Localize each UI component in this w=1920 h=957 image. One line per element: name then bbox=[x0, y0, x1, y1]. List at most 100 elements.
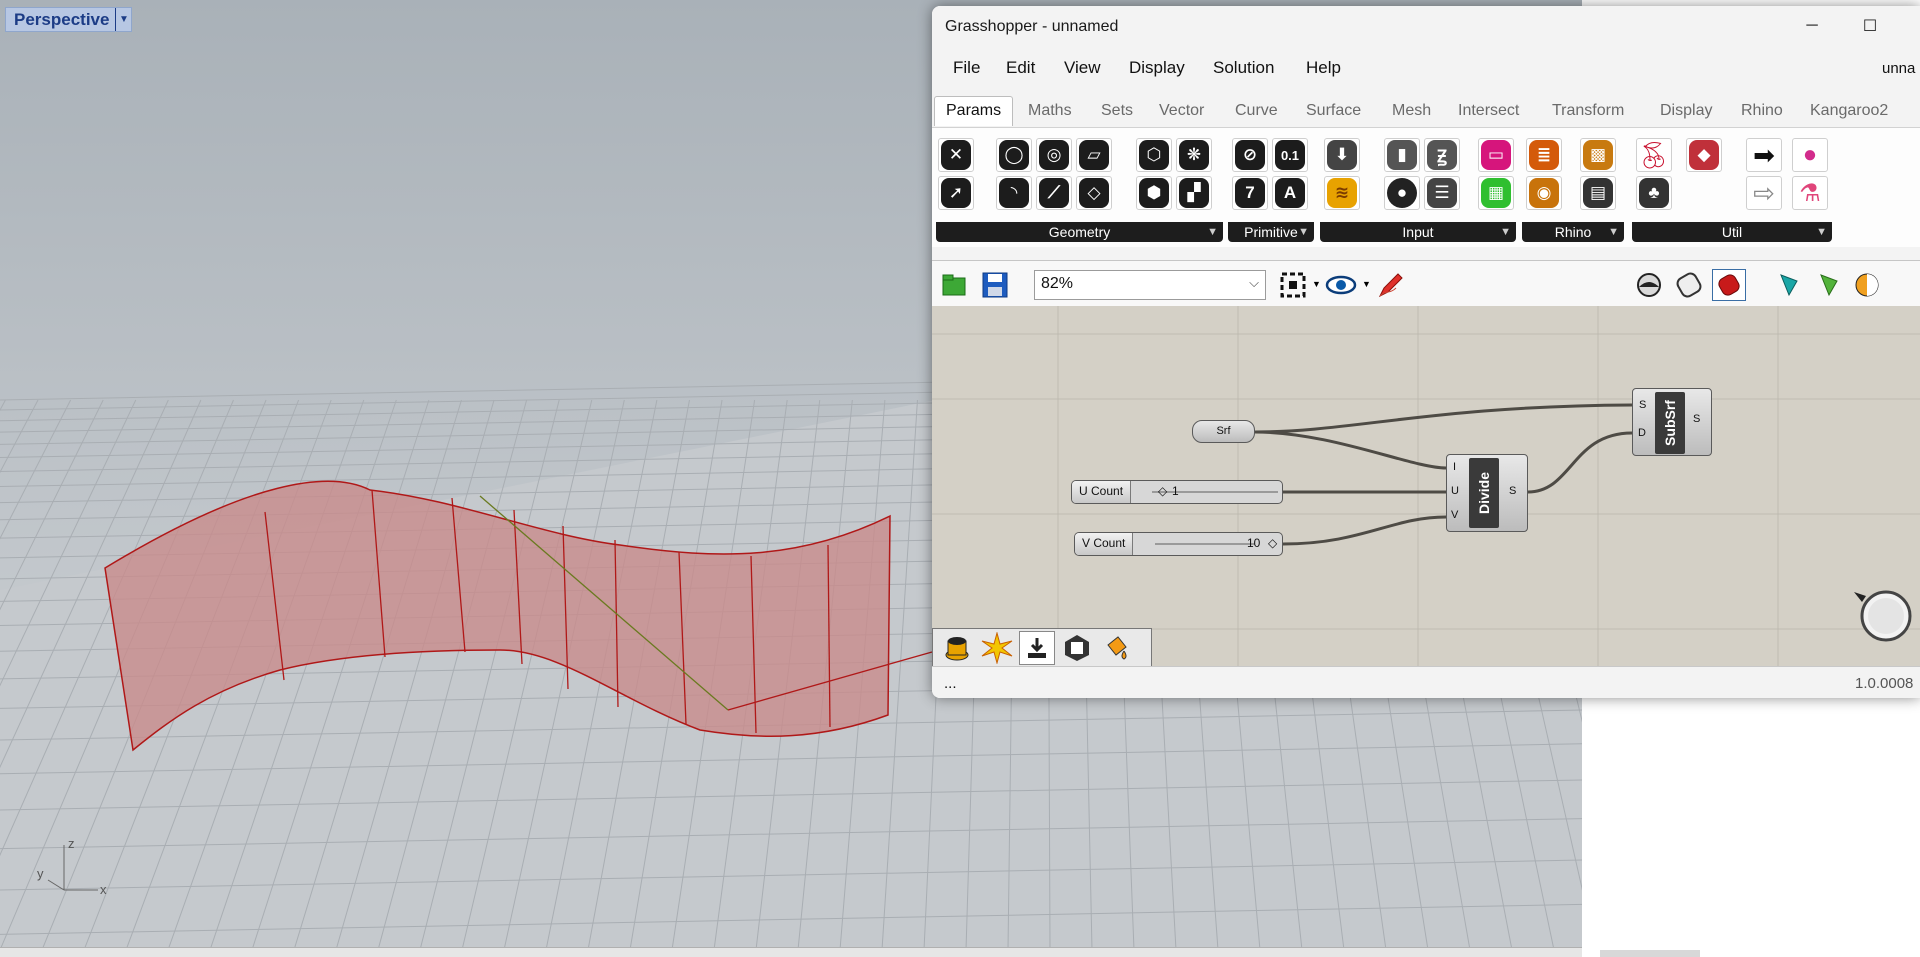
minimize-icon[interactable]: ─ bbox=[1792, 12, 1832, 40]
open-file-icon[interactable] bbox=[938, 269, 972, 301]
paint-bucket-icon[interactable] bbox=[1099, 631, 1135, 665]
menu-file[interactable]: File bbox=[953, 58, 980, 78]
zoom-select[interactable]: 82% ⌵ bbox=[1034, 270, 1266, 300]
tab-surface[interactable]: Surface bbox=[1306, 102, 1361, 120]
tree-icon[interactable]: ♣ bbox=[1636, 176, 1672, 210]
zoom-menu-arrow-icon[interactable]: ▼ bbox=[1312, 279, 1321, 289]
divide-input-v[interactable]: V bbox=[1451, 509, 1458, 521]
preview-shaded-icon[interactable] bbox=[1712, 269, 1746, 301]
subsrf-component[interactable]: S D SubSrf S bbox=[1632, 388, 1712, 456]
tab-sets[interactable]: Sets bbox=[1101, 102, 1133, 120]
srf-param-node[interactable]: Srf bbox=[1192, 420, 1255, 443]
fitness-icon[interactable]: ● bbox=[1792, 138, 1828, 172]
mesh-param-icon[interactable]: ❋ bbox=[1176, 138, 1212, 172]
ribbon-group-label[interactable]: Rhino ▼ bbox=[1522, 222, 1624, 242]
baking-icon[interactable]: ▤ bbox=[1580, 176, 1616, 210]
preview-eye-icon[interactable] bbox=[1324, 269, 1358, 301]
menu-edit[interactable]: Edit bbox=[1006, 58, 1035, 78]
vector-param-icon[interactable]: ➚ bbox=[938, 176, 974, 210]
profiler-icon[interactable] bbox=[939, 631, 975, 665]
tab-vector[interactable]: Vector bbox=[1159, 102, 1204, 120]
ribbon-group-label[interactable]: Primitive ▼ bbox=[1228, 222, 1314, 242]
number-param-icon[interactable]: 0.1 bbox=[1272, 138, 1308, 172]
pattern-icon[interactable]: ▩ bbox=[1580, 138, 1616, 172]
boolean-param-icon[interactable]: ⊘ bbox=[1232, 138, 1268, 172]
subsrf-input-d[interactable]: D bbox=[1638, 427, 1646, 439]
gradient-icon[interactable]: ▭ bbox=[1478, 138, 1514, 172]
cluster-icon[interactable]: ◆ bbox=[1686, 138, 1722, 172]
tab-display[interactable]: Display bbox=[1660, 102, 1712, 120]
value-list-icon[interactable]: ☰ bbox=[1424, 176, 1460, 210]
bake-download-icon[interactable] bbox=[1019, 631, 1055, 665]
viewport-tabs-bar[interactable] bbox=[0, 947, 1582, 957]
integer-param-icon[interactable]: 7 bbox=[1232, 176, 1268, 210]
subsrf-output-s[interactable]: S bbox=[1693, 413, 1700, 425]
u-count-handle-icon[interactable]: ◇ bbox=[1158, 484, 1167, 498]
ribbon-group-label[interactable]: Input ▼ bbox=[1320, 222, 1516, 242]
tab-mesh[interactable]: Mesh bbox=[1392, 102, 1431, 120]
layer-icon[interactable]: ≣ bbox=[1526, 138, 1562, 172]
box-param-icon[interactable]: ⬡ bbox=[1136, 138, 1172, 172]
field-param-icon[interactable]: ▞ bbox=[1176, 176, 1212, 210]
tab-curve[interactable]: Curve bbox=[1235, 102, 1278, 120]
menu-view[interactable]: View bbox=[1064, 58, 1101, 78]
preview-menu-arrow-icon[interactable]: ▼ bbox=[1362, 279, 1371, 289]
divide-input-u[interactable]: U bbox=[1451, 485, 1459, 497]
divide-input-i[interactable]: I bbox=[1453, 461, 1456, 473]
divide-component[interactable]: I U V Divide S bbox=[1446, 454, 1528, 532]
v-count-handle-icon[interactable]: ◇ bbox=[1268, 536, 1277, 550]
curve-param-icon[interactable]: ◎ bbox=[1036, 138, 1072, 172]
flask-icon[interactable]: ⚗︎ bbox=[1792, 176, 1828, 210]
cherry-picker-icon[interactable]: 🍒︎ bbox=[1636, 138, 1672, 172]
solver-burst-icon[interactable] bbox=[979, 631, 1015, 665]
zoom-extents-icon[interactable] bbox=[1276, 269, 1310, 301]
line-param-icon[interactable]: ⟋ bbox=[1036, 176, 1072, 210]
menu-display[interactable]: Display bbox=[1129, 58, 1185, 78]
u-count-slider[interactable]: U Count ◇ 1 bbox=[1071, 480, 1283, 504]
title-bar[interactable]: Grasshopper - unnamed ─ ☐ bbox=[932, 6, 1920, 46]
subsrf-input-s[interactable]: S bbox=[1639, 399, 1646, 411]
menu-help[interactable]: Help bbox=[1306, 58, 1341, 78]
v-count-slider[interactable]: V Count 10 ◇ bbox=[1074, 532, 1283, 556]
divide-output-s[interactable]: S bbox=[1509, 485, 1516, 497]
geometry-param-icon[interactable]: ✕ bbox=[938, 138, 974, 172]
arc-param-icon[interactable]: ◝ bbox=[996, 176, 1032, 210]
graph-mapper-icon[interactable]: ≋ bbox=[1324, 176, 1360, 210]
tab-rhino[interactable]: Rhino bbox=[1741, 102, 1783, 120]
sketch-pen-icon[interactable] bbox=[1374, 269, 1408, 301]
preview-wire-icon[interactable] bbox=[1632, 269, 1666, 301]
viewport-dropdown-icon[interactable]: ▼ bbox=[115, 8, 131, 31]
colour-swatch-icon[interactable]: ▦ bbox=[1478, 176, 1514, 210]
circle-param-icon[interactable]: ◯ bbox=[996, 138, 1032, 172]
plane-param-icon[interactable]: ◇ bbox=[1076, 176, 1112, 210]
brep-param-icon[interactable]: ⬢ bbox=[1136, 176, 1172, 210]
tab-intersect[interactable]: Intersect bbox=[1458, 102, 1519, 120]
tab-transform[interactable]: Transform bbox=[1552, 102, 1624, 120]
data-input-icon[interactable]: ⇨ bbox=[1746, 176, 1782, 210]
document-name[interactable]: unna bbox=[1882, 60, 1915, 77]
digit-scroller-icon[interactable]: Ꙃ bbox=[1424, 138, 1460, 172]
grasshopper-canvas[interactable]: Srf U Count ◇ 1 V Count 10 ◇ I U V Divid… bbox=[932, 306, 1920, 666]
surface-param-icon[interactable]: ▱ bbox=[1076, 138, 1112, 172]
tab-params[interactable]: Params bbox=[934, 96, 1014, 126]
menu-solution[interactable]: Solution bbox=[1213, 58, 1274, 78]
spiral-icon[interactable]: ◉ bbox=[1526, 176, 1562, 210]
select-teal-icon[interactable] bbox=[1772, 269, 1806, 301]
import-icon[interactable]: ⬇ bbox=[1324, 138, 1360, 172]
toggle-icon[interactable]: ▮ bbox=[1384, 138, 1420, 172]
v-count-track[interactable] bbox=[1155, 543, 1255, 545]
viewport-title[interactable]: Perspective ▼ bbox=[5, 7, 133, 32]
ribbon-group-label[interactable]: Geometry ▼ bbox=[936, 222, 1223, 242]
tab-maths[interactable]: Maths bbox=[1028, 102, 1072, 120]
button-icon[interactable]: ● bbox=[1384, 176, 1420, 210]
text-param-icon[interactable]: A bbox=[1272, 176, 1308, 210]
u-count-track[interactable] bbox=[1152, 491, 1278, 493]
save-file-icon[interactable] bbox=[978, 269, 1012, 301]
preview-mesh-icon[interactable] bbox=[1672, 269, 1706, 301]
canvas-navigation-icon[interactable] bbox=[1852, 582, 1912, 642]
ribbon-group-label[interactable]: Util ▼ bbox=[1632, 222, 1832, 242]
maximize-icon[interactable]: ☐ bbox=[1850, 12, 1890, 40]
panel-scrollbar[interactable] bbox=[1600, 950, 1700, 957]
sketch-box-icon[interactable] bbox=[1059, 631, 1095, 665]
tab-kangaroo2[interactable]: Kangaroo2 bbox=[1810, 102, 1888, 120]
